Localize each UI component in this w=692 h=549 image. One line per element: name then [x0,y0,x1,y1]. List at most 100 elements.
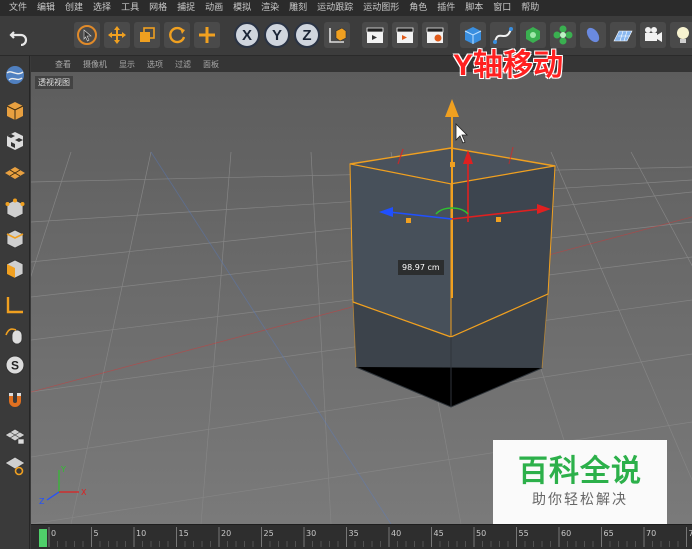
timeline-ruler[interactable]: 0 5 10 15 20 25 30 35 40 45 50 55 60 65 70 75 [31,524,692,549]
plus-icon [199,27,215,43]
viewport-menu-item[interactable]: 摄像机 [77,59,113,70]
coordinate-system-icon [329,27,347,43]
menu-item[interactable]: 工具 [116,0,144,16]
live-selection-button[interactable] [74,22,100,48]
model-mode-button[interactable] [2,98,28,124]
menu-item[interactable]: 窗口 [488,0,516,16]
magnet-icon [9,393,21,407]
deformer-button[interactable] [580,22,606,48]
axis-x-label: X [81,488,87,497]
floor-grid-icon [613,30,633,42]
menu-item[interactable]: 捕捉 [172,0,200,16]
edges-cube-icon [6,229,24,249]
watermark-logo: 百科全说 助你轻松解决 [493,440,667,524]
menu-item[interactable]: 角色 [404,0,432,16]
timeline-tick-label: 75 [689,529,692,538]
viewport-menu-item[interactable]: 显示 [113,59,141,70]
grid-rotate-icon [4,456,26,476]
undo-button[interactable] [6,22,32,48]
svg-text:S: S [11,359,19,373]
menu-item[interactable]: 创建 [60,0,88,16]
z-axis-button[interactable]: Z [294,22,320,48]
menu-item[interactable]: 运动图形 [358,0,404,16]
menu-item[interactable]: 网格 [144,0,172,16]
timeline-tick-label: 45 [434,529,444,538]
menu-item[interactable]: 动画 [200,0,228,16]
timeline-tick-label: 70 [646,529,656,538]
menu-item[interactable]: 选择 [88,0,116,16]
playhead-marker[interactable] [39,529,47,547]
workplane-mode-button[interactable] [2,158,28,184]
menu-item[interactable]: 渲染 [256,0,284,16]
axis-y-label: Y [60,465,66,474]
timeline-tick-label: 20 [221,529,231,538]
render-view-button[interactable] [362,22,388,48]
menu-item[interactable]: 文件 [4,0,32,16]
checker-cube-icon [7,132,23,150]
clapper-gear-icon [426,27,444,43]
snap-button[interactable] [2,388,28,414]
transform-tool-button[interactable] [194,22,220,48]
timeline-tick-label: 10 [136,529,146,538]
menu-item[interactable]: 插件 [432,0,460,16]
measurement-tooltip: 98.97 cm [398,260,444,275]
viewport-menu-item[interactable]: 过滤 [169,59,197,70]
timeline-tick-label: 55 [519,529,529,538]
coordinate-system-button[interactable] [324,22,350,48]
menu-item[interactable]: 运动跟踪 [312,0,358,16]
make-editable-button[interactable] [2,62,28,88]
watermark-subtitle: 助你轻松解决 [532,492,628,508]
floor-button[interactable] [610,22,636,48]
viewport-menu-item[interactable]: 面板 [197,59,225,70]
texture-mode-button[interactable] [2,128,28,154]
timeline-tick-label: 65 [604,529,614,538]
menu-item[interactable]: 脚本 [460,0,488,16]
points-mode-button[interactable] [2,196,28,222]
move-tool-button[interactable] [104,22,130,48]
scale-tool-button[interactable] [134,22,160,48]
edges-mode-button[interactable] [2,226,28,252]
annotation-text: Y轴移动 [453,49,564,82]
timeline-tick-label: 30 [306,529,316,538]
tweak-mode-button[interactable] [2,322,28,348]
mouse-icon [5,328,23,345]
polygons-cube-icon [6,259,24,279]
viewport-menu-item[interactable]: 选项 [141,59,169,70]
timeline-tick-label: 35 [349,529,359,538]
menu-item[interactable]: 雕刻 [284,0,312,16]
polygons-mode-button[interactable] [2,256,28,282]
timeline-svg: 0 5 10 15 20 25 30 35 40 45 50 55 60 65 70 75 [39,527,692,547]
camera-button[interactable] [640,22,666,48]
model-cube-icon [6,102,24,120]
viewport-menu-item[interactable]: 查看 [49,59,77,70]
locked-workplane-button[interactable] [2,422,28,448]
x-axis-button[interactable]: X [234,22,260,48]
timeline-tick-label: 15 [179,529,189,538]
timeline-tick-label: 0 [51,529,56,538]
viewport-title: 透视视图 [35,76,73,89]
axis-mode-button[interactable] [2,292,28,318]
clapper-play-icon [396,27,414,43]
menu-bar: 文件 编辑 创建 选择 工具 网格 捕捉 动画 模拟 渲染 雕刻 运动跟踪 运动图形 角色 插件 脚本 窗口 帮助 [0,0,692,16]
points-cube-icon [5,198,25,219]
timeline-tick-label: 50 [476,529,486,538]
viewport-menu-bar: 查看 摄像机 显示 选项 过滤 面板 [31,56,692,72]
planar-workplane-button[interactable] [2,452,28,478]
workplane-grid-icon [5,167,25,179]
camera-icon [645,27,662,42]
render-to-picture-viewer-button[interactable] [392,22,418,48]
timeline-tick-label: 5 [94,529,99,538]
menu-item[interactable]: 编辑 [32,0,60,16]
y-axis-button[interactable]: Y [264,22,290,48]
solo-button[interactable]: S [2,352,28,378]
rotate-tool-button[interactable] [164,22,190,48]
menu-item[interactable]: 帮助 [516,0,544,16]
timeline-tick-label: 60 [561,529,571,538]
render-settings-button[interactable] [422,22,448,48]
light-button[interactable] [670,22,692,48]
timeline-tick-label: 25 [264,529,274,538]
rotate-icon [169,26,186,44]
menu-item[interactable]: 模拟 [228,0,256,16]
axis-corner-icon [6,297,23,314]
deformer-icon [586,27,600,43]
